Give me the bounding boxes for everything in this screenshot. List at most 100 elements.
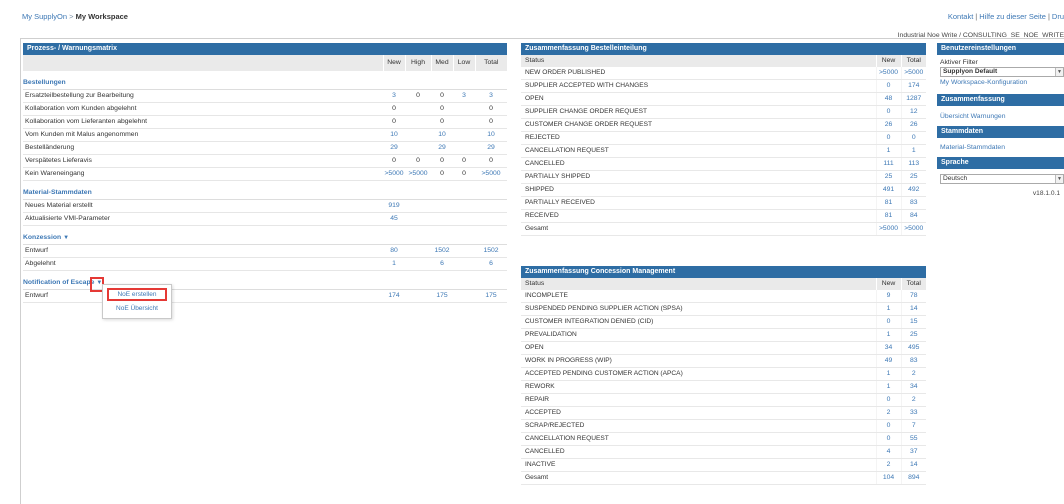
- bestell-new-count[interactable]: >5000: [875, 222, 901, 236]
- bestell-new-count[interactable]: 1: [875, 144, 901, 158]
- noe-overview-menu-item[interactable]: NoE Übersicht: [103, 302, 171, 316]
- concess-total-count[interactable]: 83: [900, 354, 926, 368]
- bestell-status-label: OPEN: [521, 92, 876, 106]
- concess-new-count[interactable]: 0: [875, 432, 901, 446]
- concess-new-count[interactable]: 2: [875, 458, 901, 472]
- concess-total-count[interactable]: 37: [900, 445, 926, 459]
- concess-total-count[interactable]: 33: [900, 406, 926, 420]
- matrix-column-header: New: [382, 55, 405, 71]
- matrix-cell[interactable]: 175: [431, 289, 453, 303]
- bestell-new-count[interactable]: 48: [875, 92, 901, 106]
- bestell-new-count[interactable]: 81: [875, 196, 901, 210]
- workspace-config-link[interactable]: My Workspace-Konfiguration: [940, 79, 1064, 86]
- bestell-total-count[interactable]: 0: [900, 131, 926, 145]
- bestell-total-count[interactable]: 84: [900, 209, 926, 223]
- concession-summary-title: Zusammenfassung Concession Management: [521, 266, 926, 278]
- concess-total-count[interactable]: 2: [900, 393, 926, 407]
- concess-total-count[interactable]: 14: [900, 458, 926, 472]
- matrix-cell[interactable]: 45: [383, 212, 405, 226]
- bestell-total-count[interactable]: 83: [900, 196, 926, 210]
- concess-new-count[interactable]: 0: [875, 419, 901, 433]
- matrix-cell[interactable]: 10: [383, 128, 405, 142]
- matrix-cell[interactable]: 29: [475, 141, 507, 155]
- bestell-total-count[interactable]: 1: [900, 144, 926, 158]
- concess-total-count[interactable]: 894: [900, 471, 926, 485]
- concess-total-count[interactable]: 34: [900, 380, 926, 394]
- matrix-cell[interactable]: 29: [383, 141, 405, 155]
- concess-total-count[interactable]: 495: [900, 341, 926, 355]
- bestell-new-count[interactable]: 25: [875, 170, 901, 184]
- print-link[interactable]: Dru: [1052, 12, 1064, 21]
- bestell-new-count[interactable]: >5000: [875, 67, 901, 80]
- concess-new-count[interactable]: 1: [875, 367, 901, 381]
- active-filter-select[interactable]: Supplyon Default ▼: [940, 67, 1064, 77]
- bestell-total-count[interactable]: 113: [900, 157, 926, 171]
- matrix-cell[interactable]: 3: [475, 89, 507, 103]
- matrix-cell[interactable]: 10: [475, 128, 507, 142]
- concess-total-count[interactable]: 15: [900, 315, 926, 329]
- concess-status-label: INCOMPLETE: [521, 290, 876, 303]
- user-settings-header: Benutzereinstellungen: [937, 43, 1064, 55]
- material-master-link[interactable]: Material-Stammdaten: [940, 144, 1005, 151]
- concess-new-count[interactable]: 1: [875, 302, 901, 316]
- breadcrumb-root-link[interactable]: My SupplyOn: [22, 12, 67, 21]
- bestell-total-count[interactable]: 26: [900, 118, 926, 132]
- matrix-cell[interactable]: 10: [431, 128, 453, 142]
- concess-total-count[interactable]: 7: [900, 419, 926, 433]
- bestell-new-count[interactable]: 0: [875, 105, 901, 119]
- matrix-cell: [475, 199, 507, 213]
- bestell-new-count[interactable]: 26: [875, 118, 901, 132]
- bestell-total-count[interactable]: 492: [900, 183, 926, 197]
- matrix-section-title[interactable]: Konzession ▼: [23, 225, 507, 245]
- matrix-cell[interactable]: >5000: [383, 167, 405, 181]
- concess-total-count[interactable]: 14: [900, 302, 926, 316]
- caret-down-icon[interactable]: ▼: [63, 235, 69, 241]
- matrix-cell[interactable]: 1: [383, 257, 405, 271]
- concess-total-count[interactable]: 2: [900, 367, 926, 381]
- matrix-cell[interactable]: >5000: [405, 167, 431, 181]
- concess-total-count[interactable]: 78: [900, 290, 926, 303]
- matrix-section-header: Material-Stammdaten: [23, 180, 507, 200]
- concess-new-count[interactable]: 4: [875, 445, 901, 459]
- matrix-cell[interactable]: 80: [383, 244, 405, 258]
- concess-total-count[interactable]: 55: [900, 432, 926, 446]
- matrix-cell[interactable]: 1502: [475, 244, 507, 258]
- active-filter-value: Supplyon Default: [943, 68, 998, 75]
- language-select[interactable]: Deutsch ▼: [940, 174, 1064, 184]
- bestell-new-count[interactable]: 81: [875, 209, 901, 223]
- concess-new-count[interactable]: 2: [875, 406, 901, 420]
- matrix-cell[interactable]: 6: [475, 257, 507, 271]
- concess-new-count[interactable]: 9: [875, 290, 901, 303]
- bestell-new-count[interactable]: 0: [875, 131, 901, 145]
- concess-new-count[interactable]: 0: [875, 315, 901, 329]
- matrix-cell[interactable]: 6: [431, 257, 453, 271]
- matrix-cell[interactable]: 29: [431, 141, 453, 155]
- concess-new-count[interactable]: 1: [875, 328, 901, 342]
- bestell-total-count[interactable]: >5000: [900, 222, 926, 236]
- bestell-total-count[interactable]: 1287: [900, 92, 926, 106]
- matrix-cell[interactable]: 174: [383, 289, 405, 303]
- matrix-cell[interactable]: 3: [453, 89, 475, 103]
- concess-total-count[interactable]: 25: [900, 328, 926, 342]
- matrix-cell[interactable]: 3: [383, 89, 405, 103]
- bestell-total-count[interactable]: 12: [900, 105, 926, 119]
- concess-new-count[interactable]: 104: [875, 471, 901, 485]
- concess-new-count[interactable]: 34: [875, 341, 901, 355]
- matrix-cell[interactable]: 175: [475, 289, 507, 303]
- bestell-new-count[interactable]: 0: [875, 79, 901, 93]
- bestell-total-count[interactable]: 174: [900, 79, 926, 93]
- concess-new-count[interactable]: 1: [875, 380, 901, 394]
- bestell-total-count[interactable]: >5000: [900, 67, 926, 80]
- warnings-overview-link[interactable]: Übersicht Warnungen: [940, 113, 1005, 120]
- bestell-new-count[interactable]: 111: [875, 157, 901, 171]
- bestell-new-count[interactable]: 491: [875, 183, 901, 197]
- concess-new-count[interactable]: 49: [875, 354, 901, 368]
- matrix-cell[interactable]: 1502: [431, 244, 453, 258]
- matrix-cell[interactable]: 919: [383, 199, 405, 213]
- help-link[interactable]: Hilfe zu dieser Seite: [979, 12, 1046, 21]
- contact-link[interactable]: Kontakt: [948, 12, 973, 21]
- matrix-cell[interactable]: >5000: [475, 167, 507, 181]
- bestell-total-count[interactable]: 25: [900, 170, 926, 184]
- noe-create-menu-item[interactable]: NoE erstellen: [107, 288, 167, 301]
- concess-new-count[interactable]: 0: [875, 393, 901, 407]
